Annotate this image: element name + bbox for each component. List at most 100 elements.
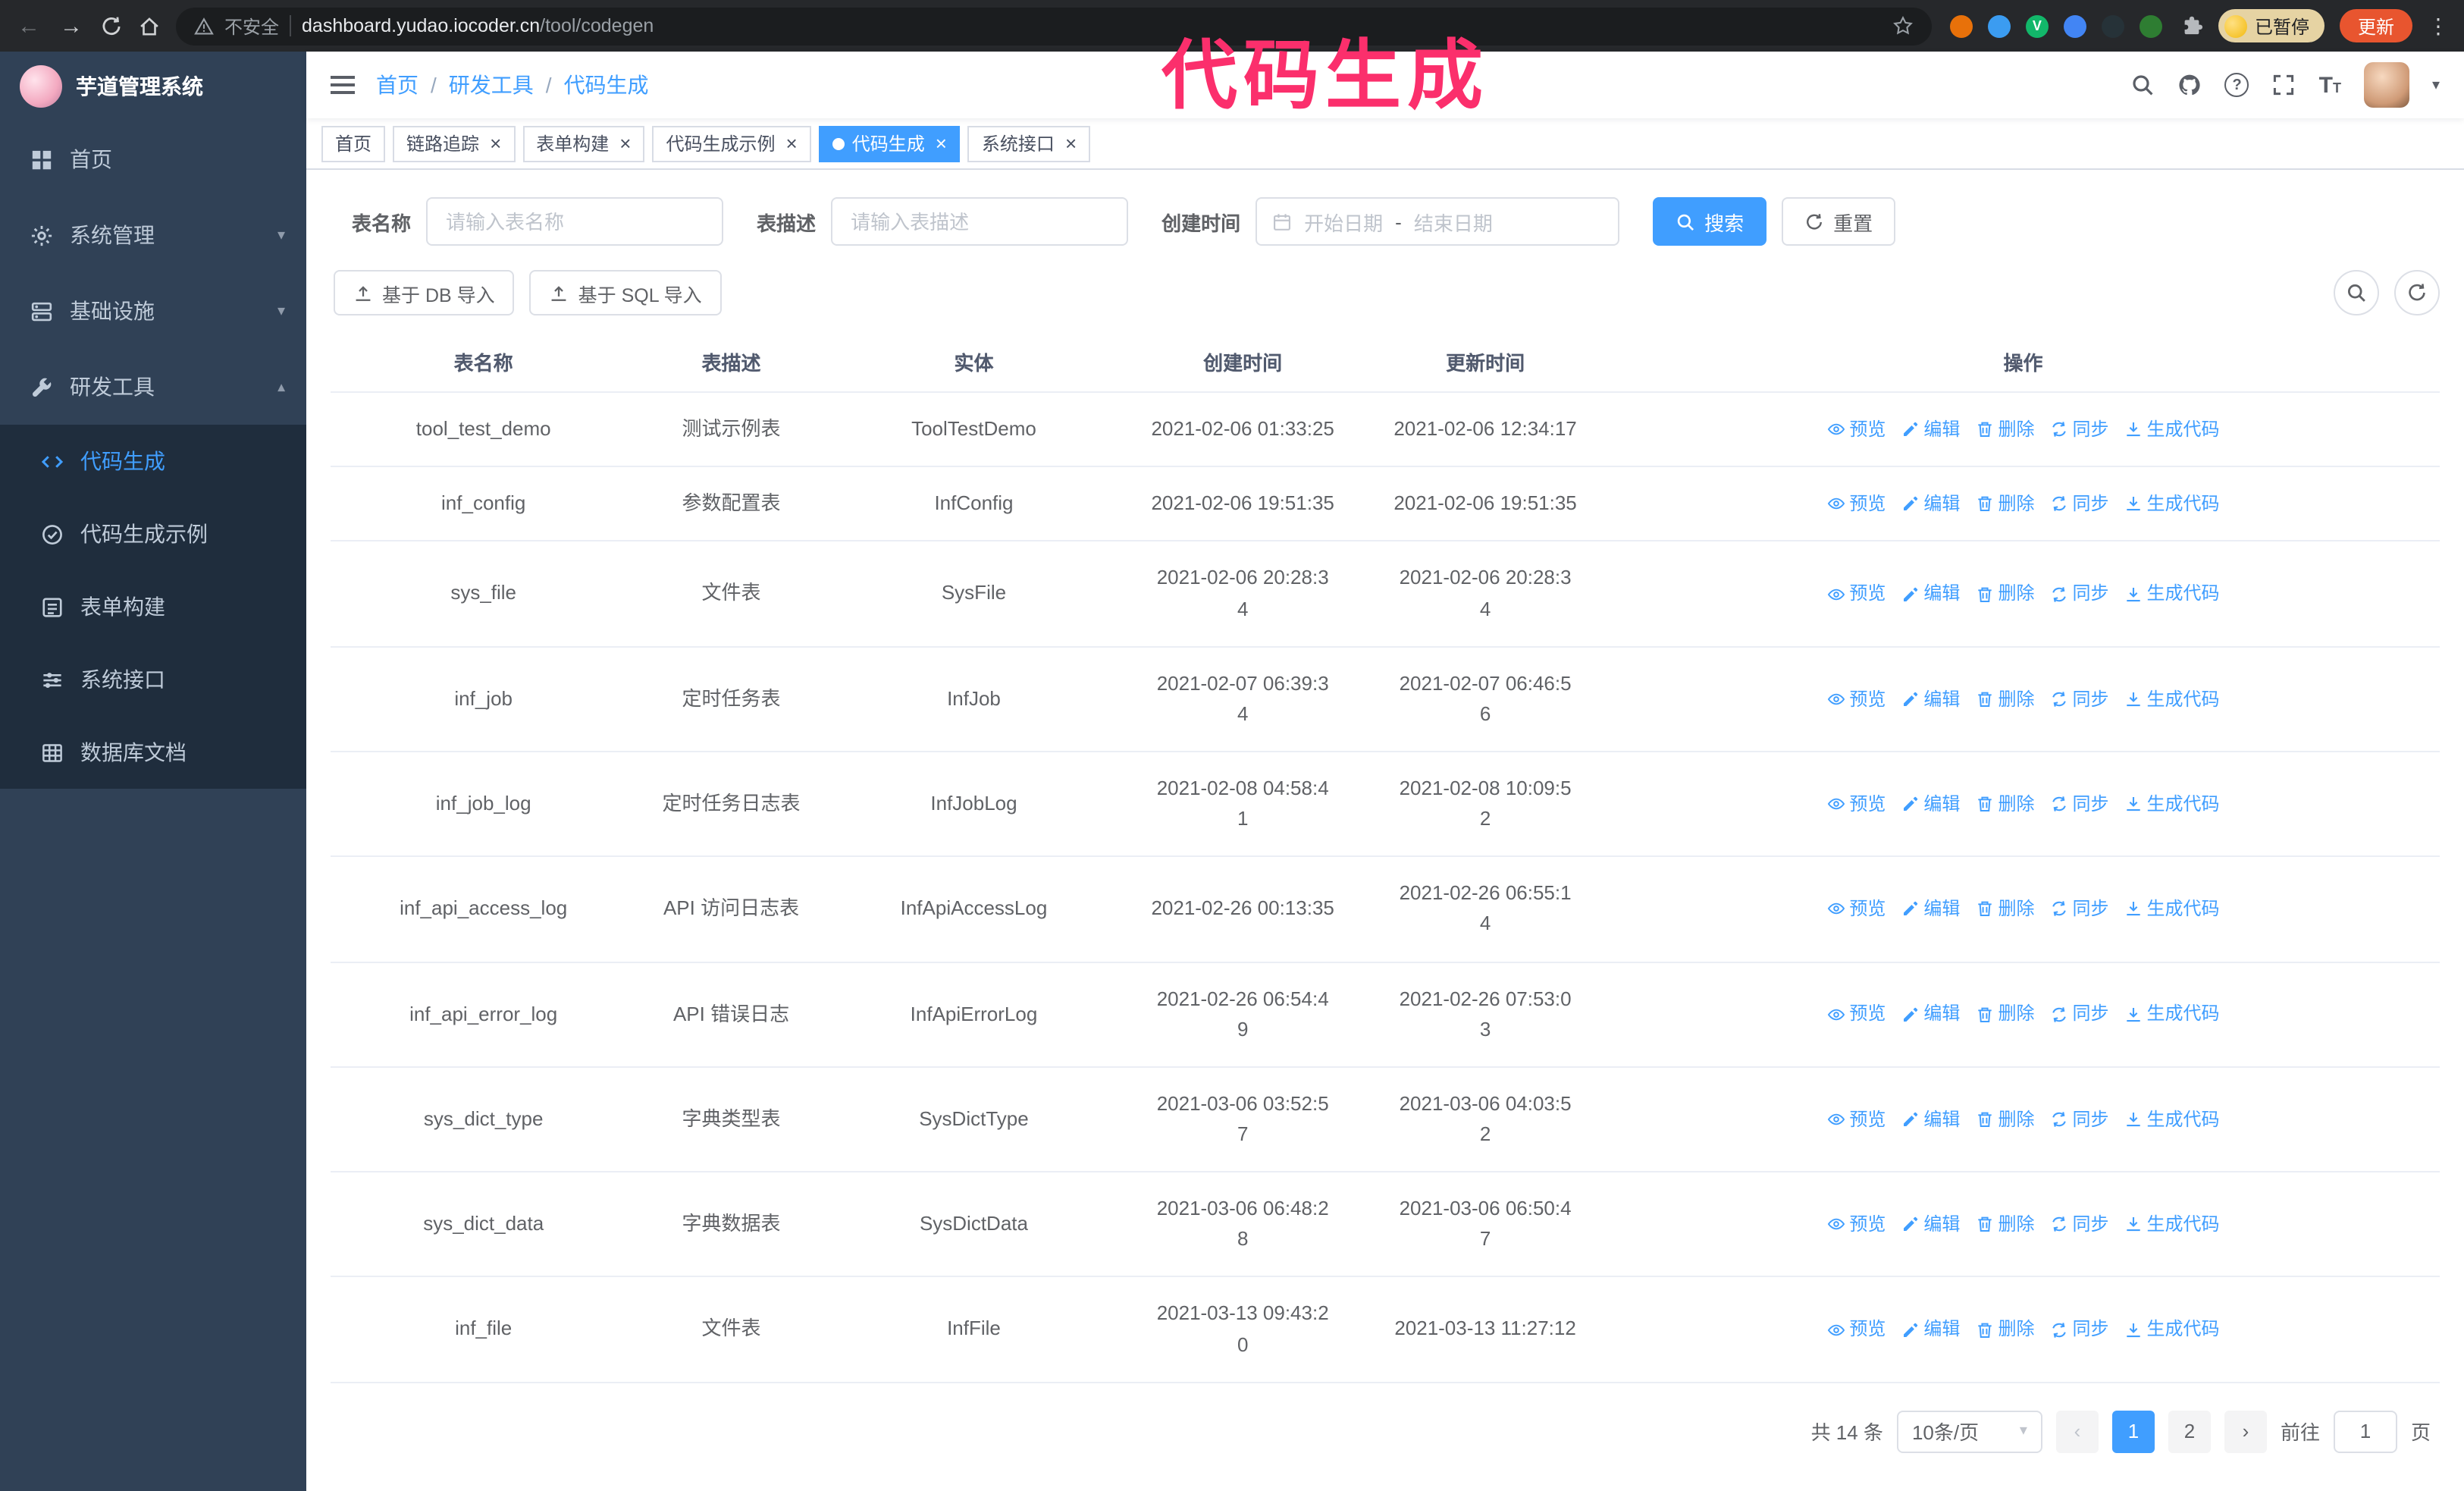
close-icon[interactable]: × xyxy=(1065,133,1077,153)
sync-action-link[interactable]: 同步 xyxy=(2049,895,2109,923)
browser-home-button[interactable] xyxy=(138,14,161,37)
eye-action-link[interactable]: 预览 xyxy=(1826,1315,1886,1343)
next-page-button[interactable]: › xyxy=(2224,1410,2267,1453)
sync-action-link[interactable]: 同步 xyxy=(2049,580,2109,608)
update-button[interactable]: 更新 xyxy=(2339,9,2412,42)
tab[interactable]: 表单构建 × xyxy=(522,125,645,162)
profile-chip[interactable]: 已暂停 xyxy=(2218,9,2324,42)
download-action-link[interactable]: 生成代码 xyxy=(2124,490,2220,518)
extensions-puzzle-icon[interactable] xyxy=(2180,14,2203,37)
eye-action-link[interactable]: 预览 xyxy=(1826,1105,1886,1133)
prev-page-button[interactable]: ‹ xyxy=(2055,1410,2099,1453)
reload-button[interactable] xyxy=(100,14,123,37)
sync-action-link[interactable]: 同步 xyxy=(2049,685,2109,713)
tab[interactable]: 链路追踪 × xyxy=(393,125,516,162)
edit-action-link[interactable]: 编辑 xyxy=(1901,895,1960,923)
delete-action-link[interactable]: 删除 xyxy=(1975,1315,2034,1343)
extension-icon-3[interactable]: V xyxy=(2025,14,2049,37)
eye-action-link[interactable]: 预览 xyxy=(1826,580,1886,608)
browser-menu-kebab-icon[interactable]: ⋮ xyxy=(2428,13,2449,39)
help-icon[interactable]: ? xyxy=(2224,73,2249,97)
page-size-select[interactable]: 10条/页 ▾ xyxy=(1896,1410,2042,1453)
sidebar-subitem[interactable]: 系统接口 xyxy=(0,643,306,716)
import-db-button[interactable]: 基于 DB 导入 xyxy=(334,270,515,315)
download-action-link[interactable]: 生成代码 xyxy=(2124,580,2220,608)
goto-page-input[interactable] xyxy=(2333,1410,2397,1453)
sync-action-link[interactable]: 同步 xyxy=(2049,416,2109,444)
search-button[interactable]: 搜索 xyxy=(1653,197,1767,246)
eye-action-link[interactable]: 预览 xyxy=(1826,416,1886,444)
sidebar-item[interactable]: 研发工具 ▾ xyxy=(0,349,306,425)
eye-action-link[interactable]: 预览 xyxy=(1826,1210,1886,1238)
eye-action-link[interactable]: 预览 xyxy=(1826,790,1886,818)
delete-action-link[interactable]: 删除 xyxy=(1975,790,2034,818)
sidebar-item[interactable]: 基础设施 ▾ xyxy=(0,273,306,349)
delete-action-link[interactable]: 删除 xyxy=(1975,580,2034,608)
chevron-down-icon[interactable]: ▾ xyxy=(2432,77,2440,93)
sidebar-subitem[interactable]: 表单构建 xyxy=(0,570,306,643)
download-action-link[interactable]: 生成代码 xyxy=(2124,1210,2220,1238)
edit-action-link[interactable]: 编辑 xyxy=(1901,1315,1960,1343)
delete-action-link[interactable]: 删除 xyxy=(1975,895,2034,923)
eye-action-link[interactable]: 预览 xyxy=(1826,685,1886,713)
extension-icon-6[interactable] xyxy=(2139,14,2162,37)
sync-action-link[interactable]: 同步 xyxy=(2049,490,2109,518)
edit-action-link[interactable]: 编辑 xyxy=(1901,580,1960,608)
breadcrumb-item[interactable]: 代码生成 xyxy=(564,70,649,100)
close-icon[interactable]: × xyxy=(936,133,947,153)
hamburger-icon[interactable] xyxy=(331,76,355,94)
delete-action-link[interactable]: 删除 xyxy=(1975,416,2034,444)
breadcrumb-item[interactable]: 研发工具 xyxy=(449,70,534,100)
extension-icon-4[interactable] xyxy=(2063,14,2086,37)
import-sql-button[interactable]: 基于 SQL 导入 xyxy=(529,270,722,315)
tab[interactable]: 系统接口 × xyxy=(967,125,1091,162)
edit-action-link[interactable]: 编辑 xyxy=(1901,1105,1960,1133)
edit-action-link[interactable]: 编辑 xyxy=(1901,790,1960,818)
tab[interactable]: 代码生成示例 × xyxy=(652,125,811,162)
download-action-link[interactable]: 生成代码 xyxy=(2124,685,2220,713)
sidebar-subitem[interactable]: 数据库文档 xyxy=(0,716,306,789)
extension-icon-2[interactable] xyxy=(1987,14,2011,37)
eye-action-link[interactable]: 预览 xyxy=(1826,1000,1886,1028)
date-range-picker[interactable]: 开始日期 - 结束日期 xyxy=(1256,197,1620,246)
download-action-link[interactable]: 生成代码 xyxy=(2124,1000,2220,1028)
toggle-search-button[interactable] xyxy=(2334,270,2379,315)
github-icon[interactable] xyxy=(2178,73,2202,97)
eye-action-link[interactable]: 预览 xyxy=(1826,895,1886,923)
search-icon[interactable] xyxy=(2131,73,2155,97)
sync-action-link[interactable]: 同步 xyxy=(2049,790,2109,818)
extension-icon-5[interactable] xyxy=(2101,14,2124,37)
table-name-input[interactable] xyxy=(426,197,724,246)
tab[interactable]: 代码生成 × xyxy=(818,125,961,162)
fullscreen-icon[interactable] xyxy=(2272,73,2296,97)
sync-action-link[interactable]: 同步 xyxy=(2049,1210,2109,1238)
forward-button[interactable]: → xyxy=(58,13,85,39)
font-size-icon[interactable]: TT xyxy=(2319,74,2341,96)
sync-action-link[interactable]: 同步 xyxy=(2049,1315,2109,1343)
sidebar-item[interactable]: 首页 xyxy=(0,121,306,197)
download-action-link[interactable]: 生成代码 xyxy=(2124,416,2220,444)
eye-action-link[interactable]: 预览 xyxy=(1826,490,1886,518)
delete-action-link[interactable]: 删除 xyxy=(1975,490,2034,518)
download-action-link[interactable]: 生成代码 xyxy=(2124,790,2220,818)
back-button[interactable]: ← xyxy=(15,13,42,39)
sidebar-item[interactable]: 系统管理 ▾ xyxy=(0,197,306,273)
bookmark-star-icon[interactable] xyxy=(1892,15,1914,36)
sync-action-link[interactable]: 同步 xyxy=(2049,1000,2109,1028)
edit-action-link[interactable]: 编辑 xyxy=(1901,1210,1960,1238)
refresh-table-button[interactable] xyxy=(2394,270,2440,315)
download-action-link[interactable]: 生成代码 xyxy=(2124,1105,2220,1133)
delete-action-link[interactable]: 删除 xyxy=(1975,685,2034,713)
sidebar-subitem[interactable]: 代码生成 xyxy=(0,425,306,498)
close-icon[interactable]: × xyxy=(786,133,798,153)
reset-button[interactable]: 重置 xyxy=(1782,197,1896,246)
sidebar-subitem[interactable]: 代码生成示例 xyxy=(0,498,306,570)
delete-action-link[interactable]: 删除 xyxy=(1975,1210,2034,1238)
delete-action-link[interactable]: 删除 xyxy=(1975,1000,2034,1028)
page-button-1[interactable]: 1 xyxy=(2111,1410,2155,1453)
user-avatar[interactable] xyxy=(2363,62,2409,108)
download-action-link[interactable]: 生成代码 xyxy=(2124,1315,2220,1343)
close-icon[interactable]: × xyxy=(490,133,501,153)
edit-action-link[interactable]: 编辑 xyxy=(1901,1000,1960,1028)
page-button-2[interactable]: 2 xyxy=(2168,1410,2211,1453)
